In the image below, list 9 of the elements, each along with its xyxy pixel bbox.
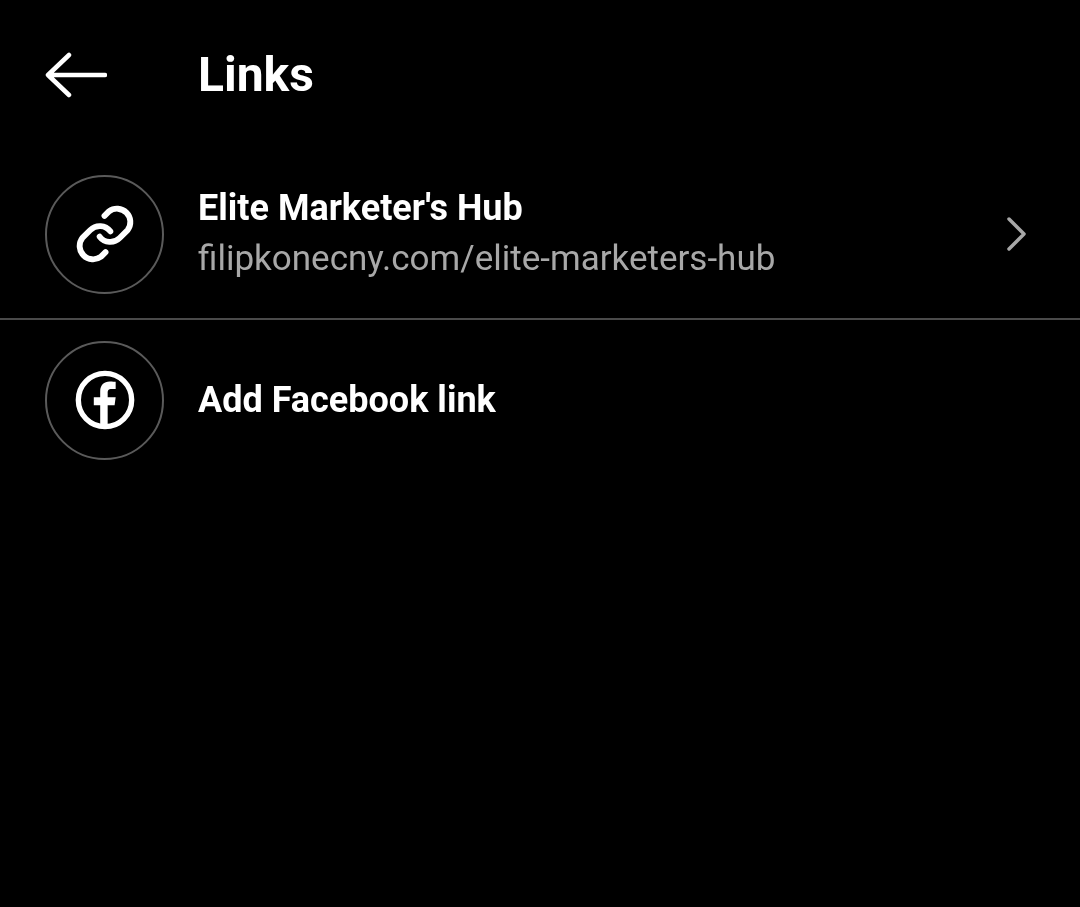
link-row[interactable]: Add Facebook link — [0, 320, 1080, 480]
link-title: Add Facebook link — [198, 378, 497, 423]
back-button[interactable] — [45, 50, 109, 100]
chevron-right-icon — [1006, 216, 1028, 252]
back-arrow-icon — [45, 52, 107, 98]
link-row[interactable]: Elite Marketer's Hub filipkonecny.com/elite-marketers-hub — [0, 150, 1080, 318]
link-title: Elite Marketer's Hub — [198, 186, 524, 231]
link-url: filipkonecny.com/elite-marketers-hub — [198, 237, 777, 281]
page-title: Links — [198, 45, 314, 105]
